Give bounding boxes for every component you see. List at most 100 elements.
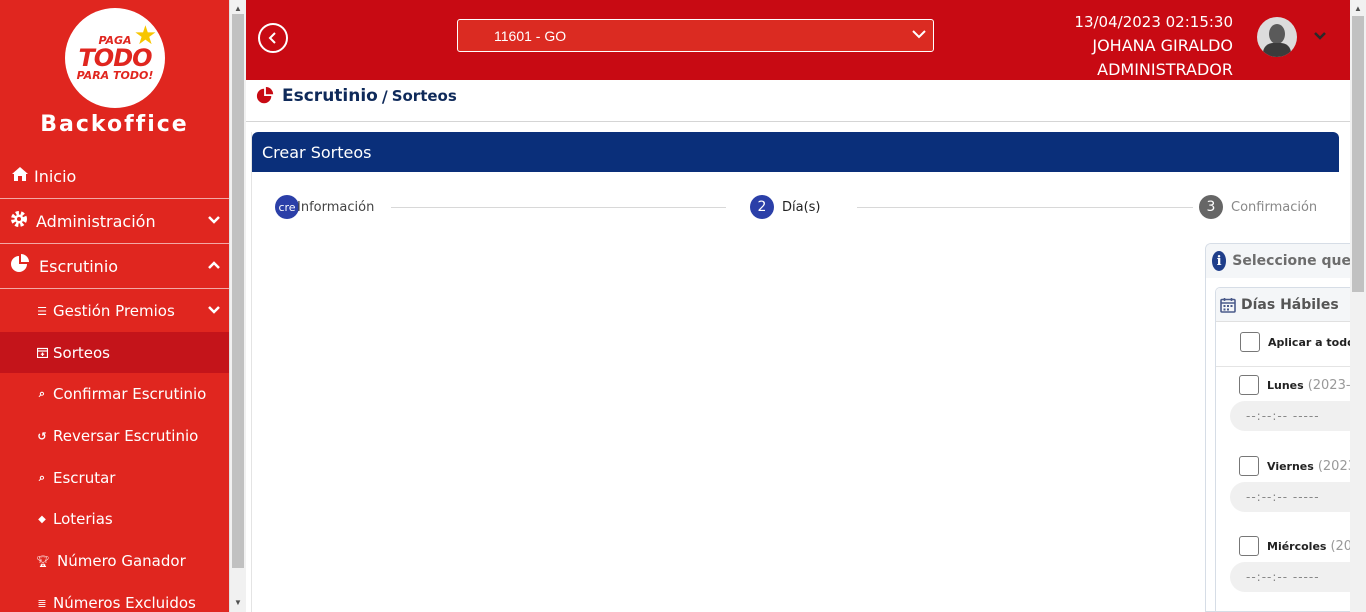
day-row-viernes[interactable]: Viernes (2023 [1216,456,1350,476]
sliders-icon: ☰ [37,304,47,318]
chevron-down-icon [207,304,221,318]
ticket-icon: ◆ [38,513,46,525]
sidebar-item-label: Reversar Escrutinio [53,427,199,445]
step-confirmacion[interactable]: 3 Confirmación [1199,195,1317,219]
chevron-left-icon [268,32,276,44]
sidebar-item-gestion-premios[interactable]: ☰ Gestión Premios [0,298,229,324]
sidebar-item-reversar-escrutinio[interactable]: ↺ Reversar Escrutinio [0,424,229,448]
calendar-plus-icon [36,344,48,362]
day-checkbox[interactable] [1239,456,1259,476]
step-badge: cre [275,195,299,219]
divider [0,198,229,199]
sidebar-scrollbar[interactable]: ▲ ▼ [229,0,246,612]
page-scrollbar[interactable]: ▲ [1350,0,1366,612]
step-dias[interactable]: 2 Día(s) [750,195,821,219]
info-icon: i [1212,251,1227,271]
search-check-icon: ⌕ [38,387,46,400]
sidebar-item-label: Loterias [53,510,113,528]
sidebar-item-label: Escrutar [53,469,116,487]
time-input[interactable]: --:--:-- ----- [1230,401,1350,431]
search-icon: ⌕ [38,471,46,484]
scroll-up-arrow-icon[interactable]: ▲ [1354,4,1362,13]
divider [0,243,229,244]
chevron-down-icon [911,26,927,45]
user-menu-chevron-icon[interactable] [1313,28,1327,44]
sidebar-item-confirmar-escrutinio[interactable]: ⌕ Confirmar Escrutinio [0,382,229,406]
day-row-miercoles[interactable]: Miércoles (20 [1216,536,1350,556]
step-badge: 3 [1199,195,1223,219]
step-connector [857,207,1193,208]
sidebar-item-label: Números Excluidos [53,594,196,612]
business-days-title: Días Hábiles [1241,296,1339,313]
apply-all-row[interactable]: Aplicar a todos [1216,332,1350,352]
day-checkbox[interactable] [1239,375,1259,395]
stepper: cre Información 2 Día(s) 3 Confirmación [275,194,1320,220]
breadcrumb: Escrutinio / Sorteos [256,84,457,108]
avatar[interactable] [1257,17,1297,57]
undo-icon: ↺ [37,429,47,443]
logo-line3: PARA TODO! [76,69,154,82]
step-label: Confirmación [1231,199,1318,215]
day-label: Lunes [1267,378,1304,392]
scrollbar-thumb[interactable] [232,14,244,568]
sidebar-item-administracion[interactable]: Administración [0,208,229,234]
scroll-up-arrow-icon[interactable]: ▲ [234,4,242,13]
datetime: 13/04/2023 02:15:30 [1074,13,1233,31]
sidebar-item-escrutinio[interactable]: Escrutinio [0,253,229,279]
breadcrumb-separator: / [381,86,388,106]
top-bar: 11601 - GO 13/04/2023 02:15:30 JOHANA GI… [246,0,1350,80]
office-select[interactable]: 11601 - GO [457,19,934,52]
time-input[interactable]: --:--:-- ----- [1230,482,1350,512]
sidebar-item-inicio[interactable]: Inicio [0,163,229,189]
brand-title: Backoffice [40,112,189,137]
back-button[interactable] [258,23,288,53]
sidebar-item-loterias[interactable]: ◆ Loterias [0,507,229,531]
sidebar-item-label: Escrutinio [39,256,119,276]
calendar-icon [1220,297,1236,313]
apply-all-checkbox[interactable] [1240,332,1260,352]
divider [0,288,229,289]
sidebar-item-escrutar[interactable]: ⌕ Escrutar [0,466,229,490]
sidebar-item-label: Número Ganador [57,552,186,570]
office-select-value: 11601 - GO [494,27,567,44]
chevron-up-icon [207,259,221,273]
step-informacion[interactable]: cre Información [275,195,374,219]
scroll-down-arrow-icon[interactable]: ▼ [234,598,242,607]
day-row-lunes[interactable]: Lunes (2023- [1216,375,1350,395]
sidebar-item-label: Confirmar Escrutinio [53,385,207,403]
step-connector [391,207,726,208]
panel-header: i Seleccione que [1206,244,1350,278]
time-input[interactable]: --:--:-- ----- [1230,562,1350,592]
scrollbar-thumb[interactable] [1352,16,1364,292]
pie-chart-icon [256,87,274,104]
home-icon [10,166,30,186]
panel-title: Seleccione que [1232,253,1350,269]
sidebar: PAGA TODO PARA TODO! ★ Backoffice Inicio… [0,0,229,612]
sidebar-item-numero-ganador[interactable]: 🏆︎ Número Ganador [0,549,229,573]
user-info: 13/04/2023 02:15:30 JOHANA GIRALDO ADMIN… [1074,10,1233,82]
logo[interactable]: PAGA TODO PARA TODO! ★ [65,8,165,108]
day-label: Miércoles [1267,539,1327,553]
chevron-down-icon [207,214,221,228]
pie-chart-icon [10,254,30,278]
sidebar-item-label: Gestión Premios [53,302,175,320]
days-selection-panel: i Seleccione que Días Hábiles Aplicar a … [1205,243,1350,612]
divider [246,121,1350,122]
create-sorteos-card: Crear Sorteos cre Información 2 Día(s) 3… [251,132,1339,612]
sidebar-item-numeros-excluidos[interactable]: ≣ Números Excluidos [0,591,229,612]
sidebar-item-label: Administración [36,211,156,231]
list-icon: ≣ [37,596,47,610]
gear-icon [10,210,28,232]
star-icon: ★ [133,20,157,50]
trophy-icon: 🏆︎ [36,554,50,568]
sidebar-item-label: Inicio [34,166,77,186]
sidebar-item-sorteos[interactable]: Sorteos [0,332,229,373]
day-checkbox[interactable] [1239,536,1259,556]
step-label: Día(s) [782,199,821,215]
divider [1216,366,1350,367]
breadcrumb-section[interactable]: Escrutinio [282,86,378,106]
day-date: (2023- [1307,377,1350,393]
business-days-header: Días Hábiles [1216,288,1350,322]
day-label: Viernes [1267,459,1314,473]
step-badge: 2 [750,195,774,219]
